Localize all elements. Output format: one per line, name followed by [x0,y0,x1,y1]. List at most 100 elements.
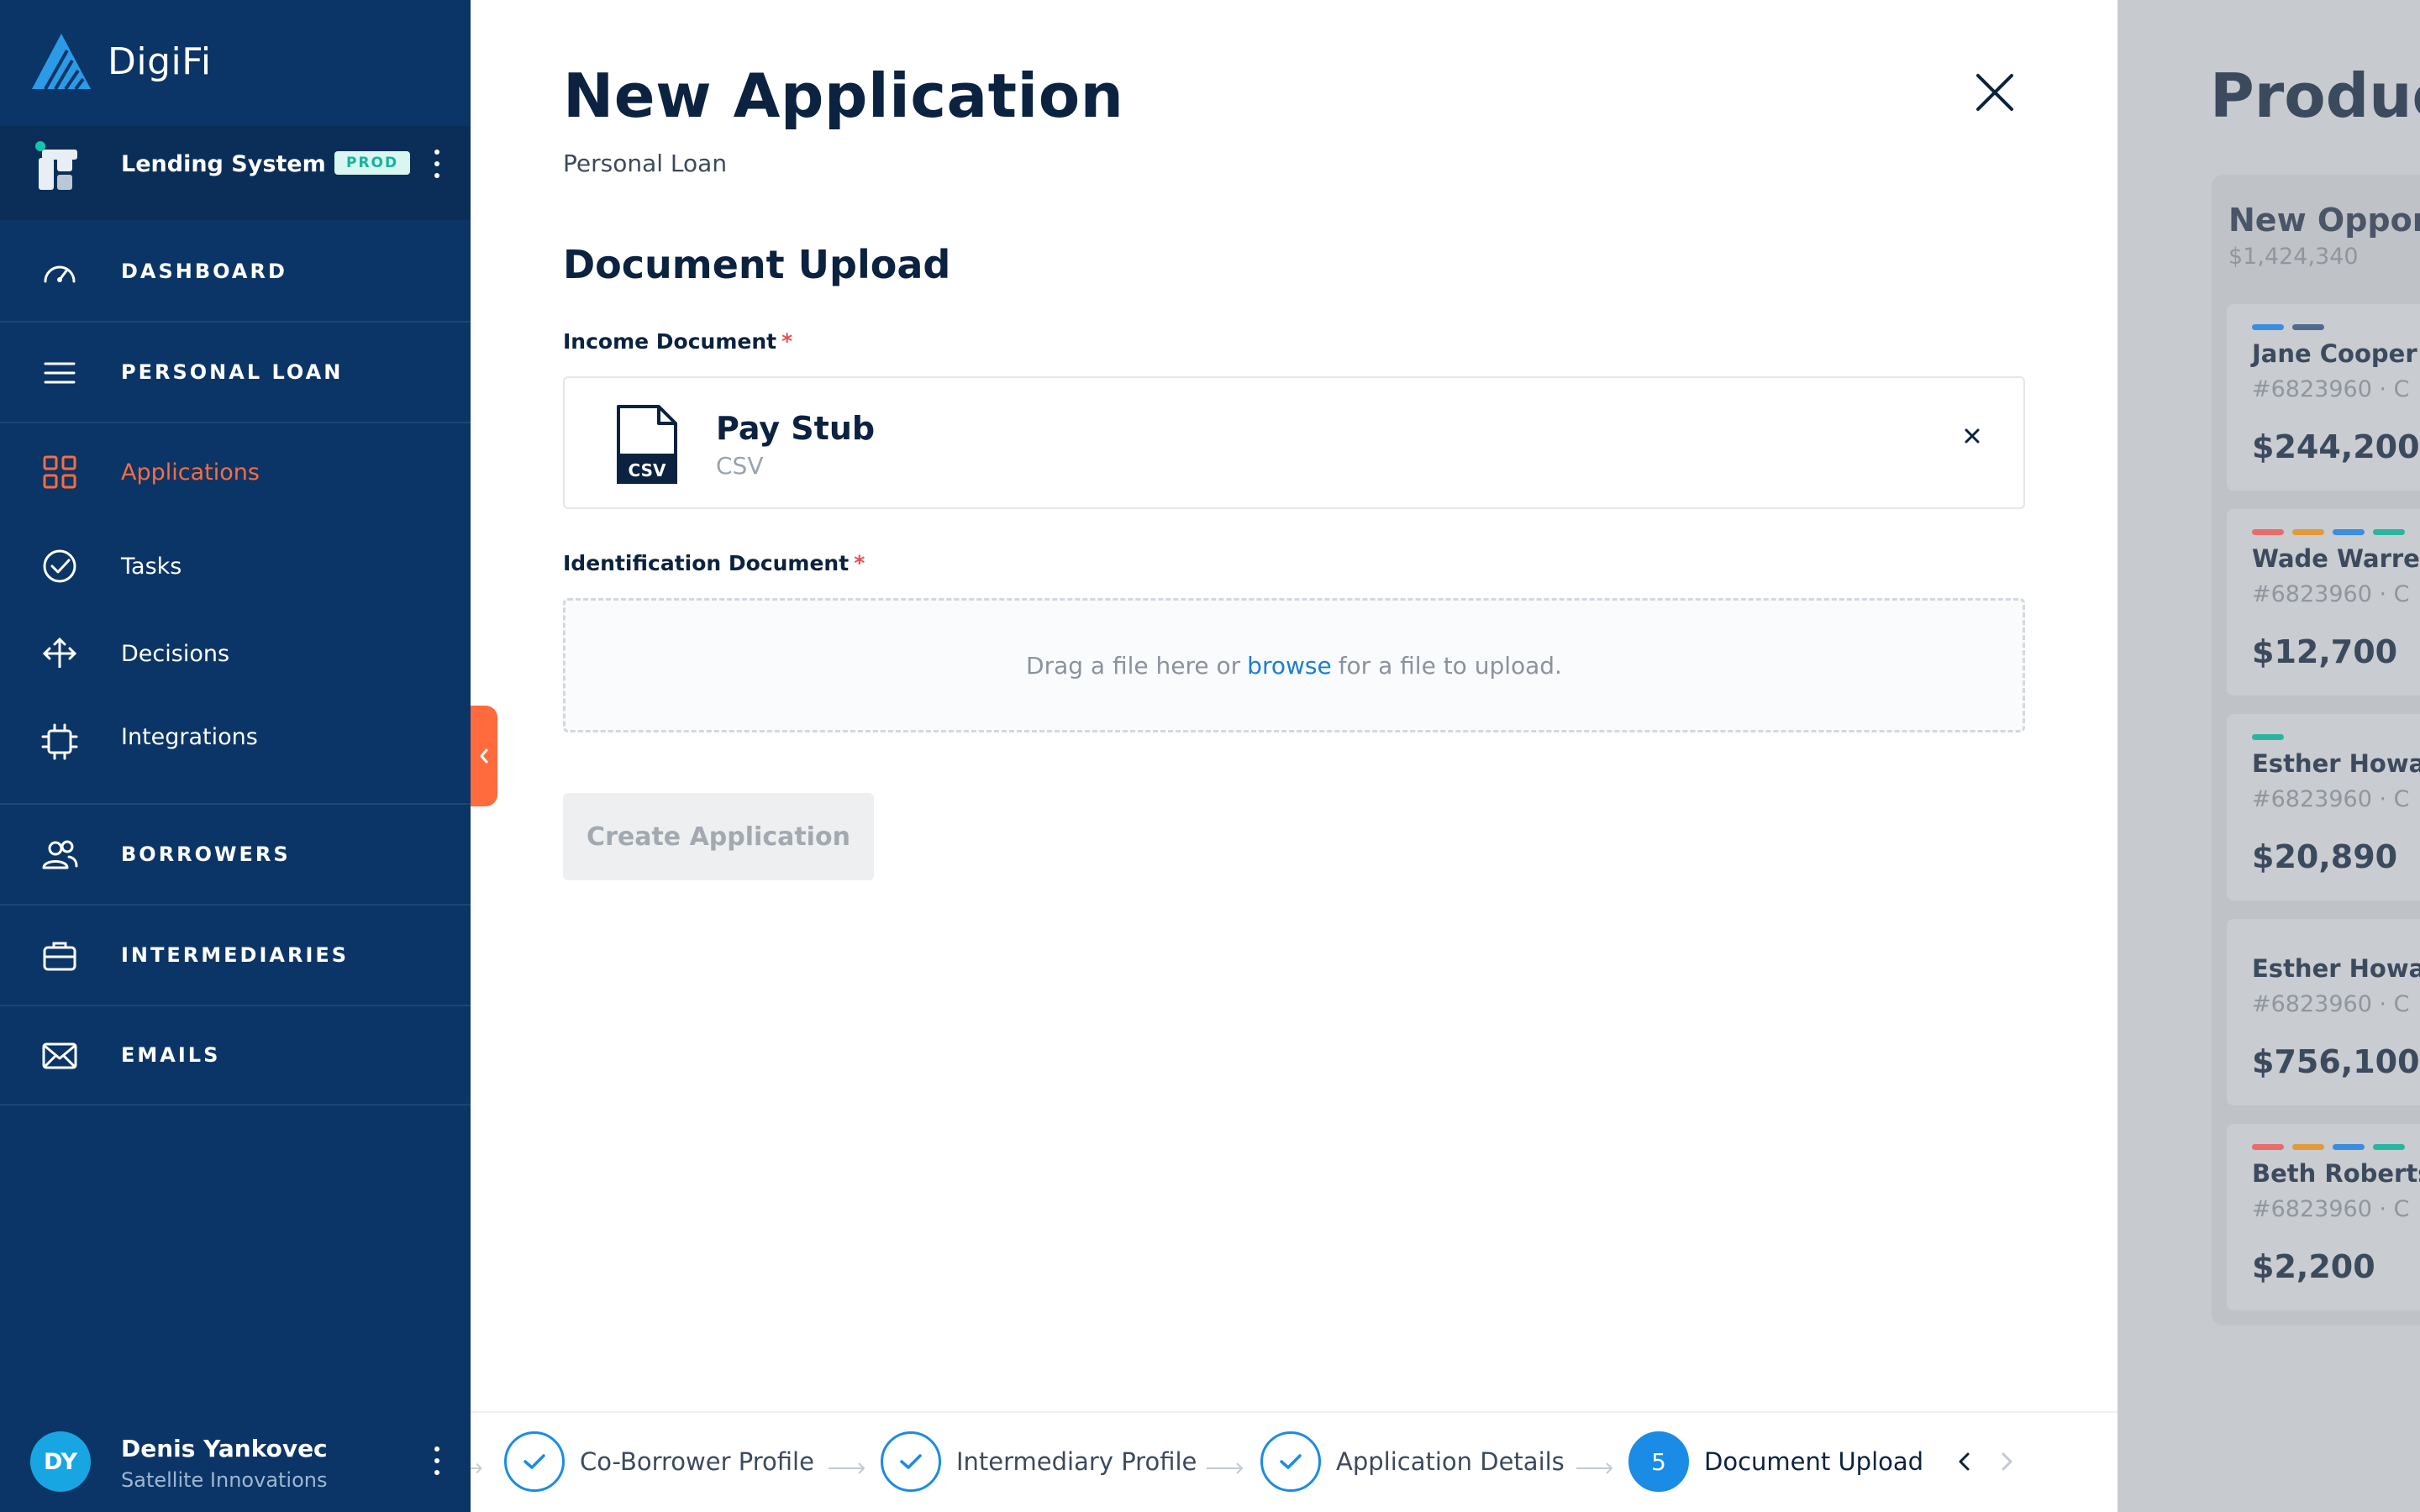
card-id: #6823960 · C [2252,1196,2410,1222]
system-switcher[interactable]: Lending System PROD [0,126,471,220]
sidebar: DigiFi Lending System PROD DASHBOARD PER… [0,0,471,1512]
board-title: Products [2210,60,2420,131]
user-avatar[interactable]: DY [30,1431,91,1492]
card-id: #6823960 · C [2252,376,2410,402]
sidebar-item-label: BORROWERS [121,843,291,866]
card-name: Esther Howard [2252,749,2420,778]
card-name: Beth Robertson [2252,1159,2420,1188]
identification-document-label: Identification Document * [563,551,865,575]
required-mark: * [781,329,793,354]
page-subtitle: Personal Loan [563,150,728,177]
logo[interactable]: DigiFi [30,30,212,92]
sidebar-item-dashboard[interactable]: DASHBOARD [0,222,471,323]
step-check-icon [881,1431,941,1492]
chevron-left-icon[interactable] [1953,1450,1976,1473]
required-mark: * [854,551,865,575]
system-more-icon[interactable] [433,150,441,178]
step-application-details[interactable]: Application Details [1260,1431,1565,1492]
sidebar-item-label: INTERMEDIARIES [121,943,350,967]
step-arrow-icon [1207,1462,1244,1474]
sidebar-item-applications[interactable]: Applications [0,428,471,516]
opportunity-card[interactable]: Wade Warren #6823960 · C $12,700 [2227,509,2420,696]
digifi-logo-icon [32,34,91,91]
create-application-button[interactable]: Create Application [563,793,874,880]
user-name: Denis Yankovec [121,1435,328,1462]
file-type: CSV [716,452,764,480]
menu-icon [44,362,76,384]
card-id: #6823960 · C [2252,991,2410,1017]
sidebar-item-label: Tasks [121,553,182,580]
remove-file-icon[interactable] [1960,423,1985,449]
card-amount: $756,100 [2252,1043,2420,1080]
user-organization: Satellite Innovations [121,1468,328,1492]
card-tags [2252,529,2405,535]
sidebar-item-label: DASHBOARD [121,260,287,283]
split-arrows-icon [42,637,77,668]
card-id: #6823960 · C [2252,581,2410,607]
step-check-icon [504,1431,565,1492]
sidebar-item-label: PERSONAL LOAN [121,360,344,384]
step-intermediary-profile[interactable]: Intermediary Profile [881,1431,1197,1492]
chevron-right-icon[interactable] [1995,1450,2018,1473]
csv-file-icon: CSV [617,405,677,484]
check-circle-icon [43,549,76,583]
card-amount: $20,890 [2252,838,2398,875]
system-name: Lending System [121,151,326,177]
sidebar-item-borrowers[interactable]: BORROWERS [0,805,471,906]
chip-icon [41,723,78,760]
step-document-upload[interactable]: 5 Document Upload [1628,1431,1923,1492]
page-title: New Application [563,60,1124,131]
opportunity-card[interactable]: Esther Howard #6823960 · C $20,890 [2227,714,2420,900]
sidebar-item-tasks[interactable]: Tasks [0,522,471,610]
logo-text: DigiFi [108,39,212,83]
step-label: Co-Borrower Profile [580,1447,814,1476]
card-amount: $12,700 [2252,633,2398,670]
file-icon-label: CSV [629,460,666,480]
step-arrow-icon [1576,1462,1613,1474]
column-title: New Opportunities [2228,202,2420,239]
step-arrow-icon [829,1462,865,1474]
environment-badge: PROD [334,151,411,175]
sidebar-item-label: EMAILS [121,1043,221,1067]
users-icon [42,840,78,869]
sidebar-item-personal-loan[interactable]: PERSONAL LOAN [0,323,471,423]
speedometer-icon [44,265,76,283]
user-more-icon[interactable] [433,1446,441,1475]
sidebar-item-label: Applications [121,459,260,486]
section-title: Document Upload [563,242,951,287]
card-amount: $2,200 [2252,1248,2375,1285]
sidebar-collapse-button[interactable] [471,706,497,806]
chevron-left-icon [480,748,488,764]
step-check-icon [1260,1431,1321,1492]
briefcase-icon [43,942,76,971]
card-id: #6823960 · C [2252,786,2410,812]
sidebar-item-intermediaries[interactable]: INTERMEDIARIES [0,906,471,1006]
step-co-borrower-profile[interactable]: Co-Borrower Profile [504,1431,814,1492]
sidebar-item-emails[interactable]: EMAILS [0,1006,471,1105]
field-label-text: Identification Document [563,551,850,575]
browse-link[interactable]: browse [1247,652,1332,680]
card-tags [2252,734,2284,740]
file-dropzone[interactable]: Drag a file here or browse for a file to… [563,598,2025,732]
sidebar-item-integrations[interactable]: Integrations [0,697,471,805]
column-total: $1,424,340 [2228,244,2359,270]
opportunity-card[interactable]: Esther Howard #6823960 · C $756,100 [2227,919,2420,1105]
sidebar-item-decisions[interactable]: Decisions [0,610,471,697]
card-amount: $244,200 [2252,428,2420,465]
opportunity-card[interactable]: Beth Robertson #6823960 · C $2,200 [2227,1124,2420,1310]
close-icon[interactable] [1971,69,2018,116]
step-arrow-icon [471,1462,482,1474]
sidebar-item-label: Integrations [121,724,258,750]
dropzone-text-after: for a file to upload. [1338,651,1562,680]
card-name: Jane Cooper [2252,339,2417,368]
step-label: Document Upload [1704,1447,1924,1476]
envelope-icon [42,1042,77,1069]
step-label: Application Details [1336,1447,1565,1476]
income-document-label: Income Document * [563,329,792,354]
dropzone-text-before: Drag a file here or [1026,651,1241,680]
new-application-panel: New Application Personal Loan Document U… [471,0,2118,1512]
opportunity-card[interactable]: Jane Cooper #6823960 · C $244,200 [2227,304,2420,491]
background-board: Products New Opportunities $1,424,340 Ja… [2118,0,2420,1512]
sidebar-item-label: Decisions [121,640,230,667]
card-tags [2252,324,2324,330]
